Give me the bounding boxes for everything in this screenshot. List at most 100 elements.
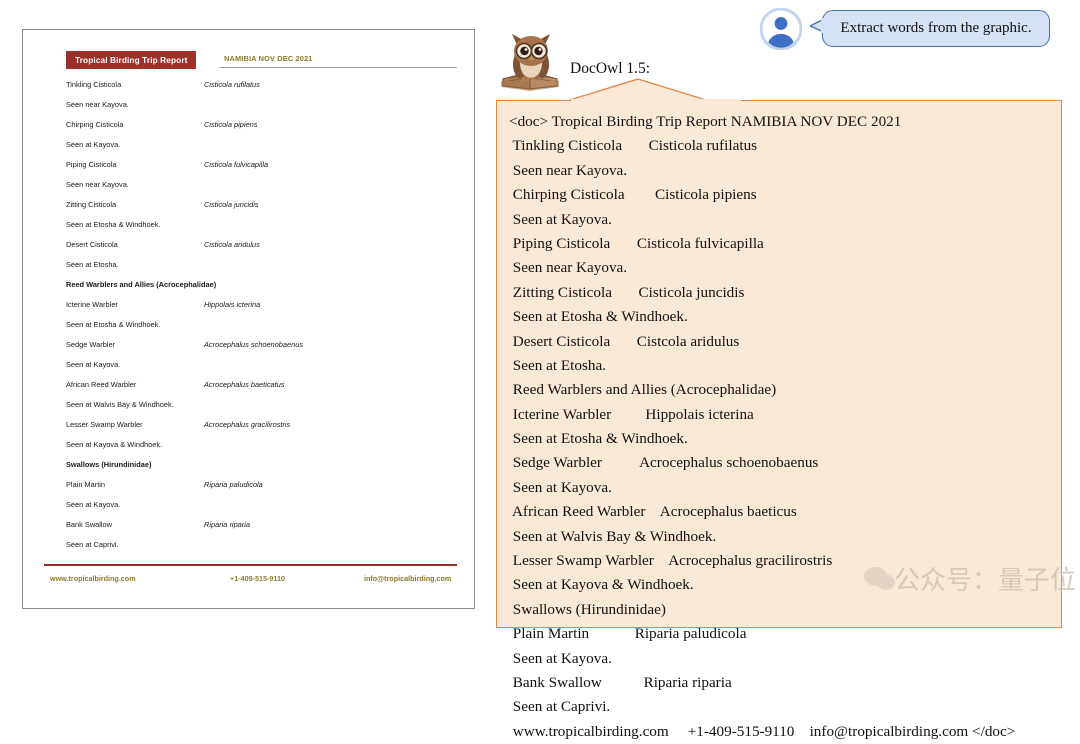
answer-line: Seen at Kayova. <box>509 649 612 667</box>
family-heading-row: Swallows (Hirundinidae) <box>44 460 457 480</box>
sighting-note: Seen near Kayova. <box>66 100 129 109</box>
species-row: Lesser Swamp Warbler Acrocephalus gracili… <box>44 420 457 440</box>
sighting-note-row: Seen at Kayova. <box>44 360 457 380</box>
sighting-note-row: Seen at Walvis Bay & Windhoek. <box>44 400 457 420</box>
answer-line: Seen at Kayova. <box>509 210 612 228</box>
bubble-tail-icon <box>810 18 824 33</box>
sighting-note: Seen at Kayova. <box>66 500 121 509</box>
answer-line: Seen at Walvis Bay & Windhoek. <box>509 527 717 545</box>
family-heading: Swallows (Hirundinidae) <box>66 460 152 469</box>
species-row: Sedge Warbler Acrocephalus schoenobaenus <box>44 340 457 360</box>
answer-line: Zitting Cisticola Cisticola juncidis <box>509 283 745 301</box>
sighting-note-row: Seen at Etosha & Windhoek. <box>44 320 457 340</box>
document-header: Tropical Birding Trip Report NAMIBIA NOV… <box>44 51 457 71</box>
species-row: African Reed Warbler Acrocephalus baetica… <box>44 380 457 400</box>
species-common-name: Tinkling Cisticola <box>66 80 122 89</box>
sighting-note: Seen at Etosha. <box>66 260 119 269</box>
species-common-name: African Reed Warbler <box>66 380 137 389</box>
species-scientific-name: Acrocephalus schoenobaenus <box>204 340 304 349</box>
sighting-note: Seen near Kayova. <box>66 180 129 189</box>
species-common-name: Bank Swallow <box>66 520 113 529</box>
answer-line: Icterine Warbler Hippolais icterina <box>509 405 754 423</box>
species-common-name: Chirping Cisticola <box>66 120 124 129</box>
report-subtitle: NAMIBIA NOV DEC 2021 <box>224 54 313 63</box>
sighting-note-row: Seen at Kayova. <box>44 140 457 160</box>
sighting-note-row: Seen at Kayova & Windhoek. <box>44 440 457 460</box>
sighting-note: Seen at Walvis Bay & Windhoek. <box>66 400 174 409</box>
answer-line: www.tropicalbirding.com +1-409-515-9110 … <box>509 722 1016 740</box>
answer-line: African Reed Warbler Acrocephalus baetic… <box>509 503 797 521</box>
species-scientific-name: Cisticola fulvicapilla <box>204 160 269 169</box>
species-scientific-name: Riparia riparia <box>204 520 251 529</box>
species-scientific-name: Cisticola aridulus <box>204 240 260 249</box>
answer-line: Seen at Etosha. <box>509 356 607 374</box>
sighting-note: Seen at Caprivi. <box>66 540 119 549</box>
sighting-note-row: Seen near Kayova. <box>44 180 457 200</box>
answer-line: Seen at Caprivi. <box>509 698 611 716</box>
species-row: Chirping Cisticola Cisticola pipiens <box>44 120 457 140</box>
species-common-name: Plain Martin <box>66 480 106 489</box>
species-common-name: Desert Cisticola <box>66 240 118 249</box>
user-message-bubble: Extract words from the graphic. <box>810 10 1050 47</box>
sighting-note-row: Seen at Caprivi. <box>44 540 457 560</box>
answer-line: Tinkling Cisticola Cisticola rufilatus <box>509 137 758 155</box>
trip-report-document: Tropical Birding Trip Report NAMIBIA NOV… <box>22 29 475 609</box>
document-content: Tropical Birding Trip Report NAMIBIA NOV… <box>44 51 457 594</box>
answer-line: Seen at Etosha & Windhoek. <box>509 430 688 448</box>
user-avatar-icon <box>759 7 803 51</box>
report-title-badge: Tropical Birding Trip Report <box>66 51 196 69</box>
sighting-note-row: Seen at Etosha. <box>44 260 457 280</box>
species-scientific-name: Cisticola juncidis <box>204 200 259 209</box>
species-row: Zitting Cisticola Cisticola juncidis <box>44 200 457 220</box>
footer-phone: +1-409-515-9110 <box>230 574 285 583</box>
species-scientific-name: Cisticola pipiens <box>204 120 258 129</box>
species-row: Bank Swallow Riparia riparia <box>44 520 457 540</box>
family-heading-row: Reed Warblers and Allies (Acrocephalidae… <box>44 280 457 300</box>
answer-line: Piping Cisticola Cisticola fulvicapilla <box>509 234 764 252</box>
document-footer: www.tropicalbirding.com +1-409-515-9110 … <box>44 564 457 586</box>
answer-line: Seen at Kayova & Windhoek. <box>509 576 694 594</box>
species-list: Tinkling Cisticola Cisticola rufilatus See… <box>44 80 457 560</box>
species-row: Plain Martin Riparia paludicola <box>44 480 457 500</box>
species-row: Piping Cisticola Cisticola fulvicapilla <box>44 160 457 180</box>
species-row: Tinkling Cisticola Cisticola rufilatus <box>44 80 457 100</box>
family-heading: Reed Warblers and Allies (Acrocephalidae… <box>66 280 217 289</box>
assistant-name: DocOwl 1.5: <box>570 60 651 77</box>
species-row: Icterine Warbler Hippolais icterina <box>44 300 457 320</box>
species-scientific-name: Acrocephalus baeticatus <box>204 380 285 389</box>
species-common-name: Icterine Warbler <box>66 300 118 309</box>
answer-line: Bank Swallow Riparia riparia <box>509 673 732 691</box>
sighting-note: Seen at Kayova & Windhoek. <box>66 440 163 449</box>
species-scientific-name: Riparia paludicola <box>204 480 263 489</box>
answer-line: Seen near Kayova. <box>509 161 628 179</box>
answer-line: Lesser Swamp Warbler Acrocephalus gracil… <box>509 552 833 570</box>
sighting-note: Seen at Etosha & Windhoek. <box>66 220 161 229</box>
sighting-note: Seen at Kayova. <box>66 140 121 149</box>
sighting-note: Seen at Etosha & Windhoek. <box>66 320 161 329</box>
extracted-text-output: <doc> Tropical Birding Trip Report NAMIB… <box>509 110 1055 744</box>
owl-icon <box>497 27 565 95</box>
assistant-answer-panel: <doc> Tropical Birding Trip Report NAMIB… <box>496 100 1062 740</box>
answer-line: Plain Martin Riparia paludicola <box>509 625 747 643</box>
answer-line: <doc> Tropical Birding Trip Report NAMIB… <box>509 113 902 130</box>
answer-line: Reed Warblers and Allies (Acrocephalidae… <box>509 381 777 399</box>
species-row: Desert Cisticola Cisticola aridulus <box>44 240 457 260</box>
footer-website: www.tropicalbirding.com <box>50 574 136 583</box>
answer-line: Seen at Kayova. <box>509 478 612 496</box>
answer-line: Sedge Warbler Acrocephalus schoenobaenus <box>509 454 819 472</box>
answer-line: Seen at Etosha & Windhoek. <box>509 308 688 326</box>
header-divider <box>219 67 457 69</box>
footer-email: info@tropicalbirding.com <box>364 574 452 583</box>
sighting-note-row: Seen near Kayova. <box>44 100 457 120</box>
species-scientific-name: Acrocephalus gracilirostris <box>204 420 291 429</box>
species-common-name: Piping Cisticola <box>66 160 117 169</box>
sighting-note-row: Seen at Kayova. <box>44 500 457 520</box>
species-common-name: Zitting Cisticola <box>66 200 117 209</box>
footer-divider <box>44 564 457 566</box>
species-common-name: Lesser Swamp Warbler <box>66 420 143 429</box>
answer-line: Desert Cisticola Cistcola aridulus <box>509 332 740 350</box>
answer-line: Swallows (Hirundinidae) <box>509 600 666 618</box>
species-scientific-name: Hippolais icterina <box>204 300 261 309</box>
user-message-text: Extract words from the graphic. <box>840 20 1032 36</box>
species-scientific-name: Cisticola rufilatus <box>204 80 260 89</box>
